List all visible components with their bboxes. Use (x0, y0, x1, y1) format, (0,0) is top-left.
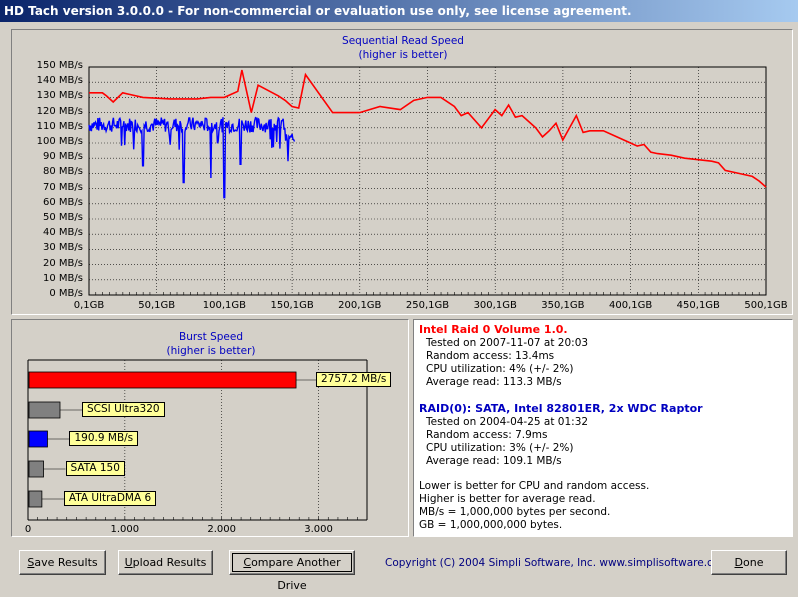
compare-label-post: ompare Another Drive (251, 556, 341, 592)
burst-bar (28, 490, 43, 508)
compare-label-accel: C (243, 556, 252, 569)
window-title-bar[interactable]: HD Tach version 3.0.0.0 - For non-commer… (0, 0, 798, 22)
burst-bar-label: 2757.2 MB/s (316, 372, 392, 387)
burst-bar (28, 371, 297, 389)
burst-x-tick-label: 1.000 (110, 524, 140, 535)
window-title: HD Tach version 3.0.0.0 - For non-commer… (4, 4, 632, 18)
drive2-average-read: Average read: 109.1 MB/s (426, 455, 562, 467)
burst-x-tick-label: 2.000 (207, 524, 237, 535)
drive1-random-access: Random access: 13.4ms (426, 350, 555, 362)
copyright-text: Copyright (C) 2004 Simpli Software, Inc.… (385, 557, 730, 569)
results-info-panel: Intel Raid 0 Volume 1.0. Tested on 2007-… (413, 319, 793, 537)
drive2-random-access: Random access: 7.9ms (426, 429, 548, 441)
seq-series-drive2-line (88, 116, 296, 199)
drive1-name: Intel Raid 0 Volume 1.0. (419, 323, 568, 336)
note-mbs-definition: MB/s = 1,000,000 bytes per second. (419, 506, 611, 518)
drive1-average-read: Average read: 113.3 MB/s (426, 376, 562, 388)
burst-bar-label: SCSI Ultra320 (81, 402, 165, 417)
burst-bar-label: SATA 150 (65, 461, 125, 476)
burst-bar (28, 401, 61, 419)
done-label-accel: D (734, 556, 743, 569)
drive1-cpu: CPU utilization: 4% (+/- 2%) (426, 363, 574, 375)
sequential-read-panel: Sequential Read Speed (higher is better)… (11, 29, 793, 315)
drive2-cpu: CPU utilization: 3% (+/- 2%) (426, 442, 574, 454)
note-lower-better: Lower is better for CPU and random acces… (419, 480, 650, 492)
burst-bar (28, 460, 44, 478)
burst-bar-label: ATA UltraDMA 6 (63, 491, 157, 506)
done-label-post: one (743, 556, 764, 569)
upload-results-button[interactable]: Upload Results (118, 550, 213, 575)
burst-x-tick-label: 0 (24, 524, 32, 535)
sequential-read-plot (88, 66, 767, 296)
upload-label-post: pload Results (132, 556, 207, 569)
burst-bar (28, 430, 48, 448)
save-results-button[interactable]: Save Results (19, 550, 106, 575)
done-button[interactable]: Done (711, 550, 787, 575)
drive2-tested: Tested on 2004-04-25 at 01:32 (426, 416, 589, 428)
burst-x-tick-label: 3.000 (304, 524, 333, 535)
note-gb-definition: GB = 1,000,000,000 bytes. (419, 519, 563, 531)
upload-label-accel: U (124, 556, 133, 569)
save-label-post: ave Results (34, 556, 98, 569)
note-higher-better: Higher is better for average read. (419, 493, 596, 505)
drive1-tested: Tested on 2007-11-07 at 20:03 (426, 337, 589, 349)
burst-speed-panel: Burst Speed (higher is better) 2757.2 MB… (11, 319, 409, 537)
compare-another-drive-button[interactable]: Compare Another Drive (229, 550, 355, 592)
drive2-name: RAID(0): SATA, Intel 82801ER, 2x WDC Rap… (419, 402, 703, 415)
burst-bar-label: 190.9 MB/s (69, 431, 139, 446)
